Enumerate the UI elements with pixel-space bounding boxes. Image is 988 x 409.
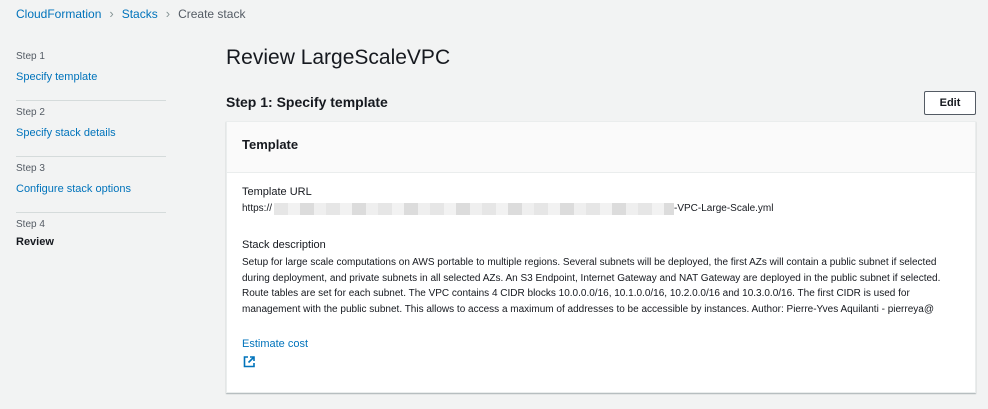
step-link-specify-stack-details[interactable]: Specify stack details: [16, 127, 116, 139]
chevron-right-icon: ›: [165, 6, 171, 21]
section-title: Step 1: Specify template: [226, 94, 388, 110]
chevron-right-icon: ›: [109, 6, 114, 21]
page-title: Review LargeScaleVPC: [226, 46, 451, 69]
breadcrumb-current: Create stack: [178, 7, 246, 21]
external-link-icon[interactable]: [242, 355, 256, 369]
panel-header: Template: [227, 122, 975, 173]
template-panel: Template Template URL https:// -VPC-Larg…: [226, 121, 976, 393]
edit-button[interactable]: Edit: [924, 91, 976, 115]
template-url-label: Template URL: [242, 186, 312, 198]
template-url-suffix: -VPC-Large-Scale.yml: [674, 203, 774, 214]
stack-description-label: Stack description: [242, 239, 326, 251]
estimate-cost-link[interactable]: Estimate cost: [242, 337, 960, 351]
wizard-steps: Step 1 Specify template Step 2 Specify s…: [16, 45, 166, 269]
step-number: Step 4: [16, 219, 45, 230]
breadcrumb: CloudFormation › Stacks › Create stack: [16, 6, 245, 22]
step-link-configure-stack-options[interactable]: Configure stack options: [16, 183, 131, 195]
wizard-step-1: Step 1 Specify template: [16, 45, 166, 101]
stack-description-value: Setup for large scale computations on AW…: [242, 257, 941, 315]
redacted-url-segment: [274, 203, 675, 215]
step-link-specify-template[interactable]: Specify template: [16, 71, 97, 83]
template-url-value: https:// -VPC-Large-Scale.yml: [242, 202, 960, 216]
template-url-prefix: https://: [242, 203, 273, 214]
step-number: Step 2: [16, 107, 45, 118]
wizard-step-2: Step 2 Specify stack details: [16, 101, 166, 157]
panel-body: Template URL https:// -VPC-Large-Scale.y…: [227, 173, 975, 369]
step-number: Step 1: [16, 51, 45, 62]
wizard-step-4: Step 4 Review: [16, 213, 166, 269]
step-current-review: Review: [16, 236, 54, 248]
breadcrumb-cloudformation-link[interactable]: CloudFormation: [16, 7, 101, 21]
step-number: Step 3: [16, 163, 45, 174]
wizard-step-3: Step 3 Configure stack options: [16, 157, 166, 213]
breadcrumb-stacks-link[interactable]: Stacks: [122, 7, 158, 21]
